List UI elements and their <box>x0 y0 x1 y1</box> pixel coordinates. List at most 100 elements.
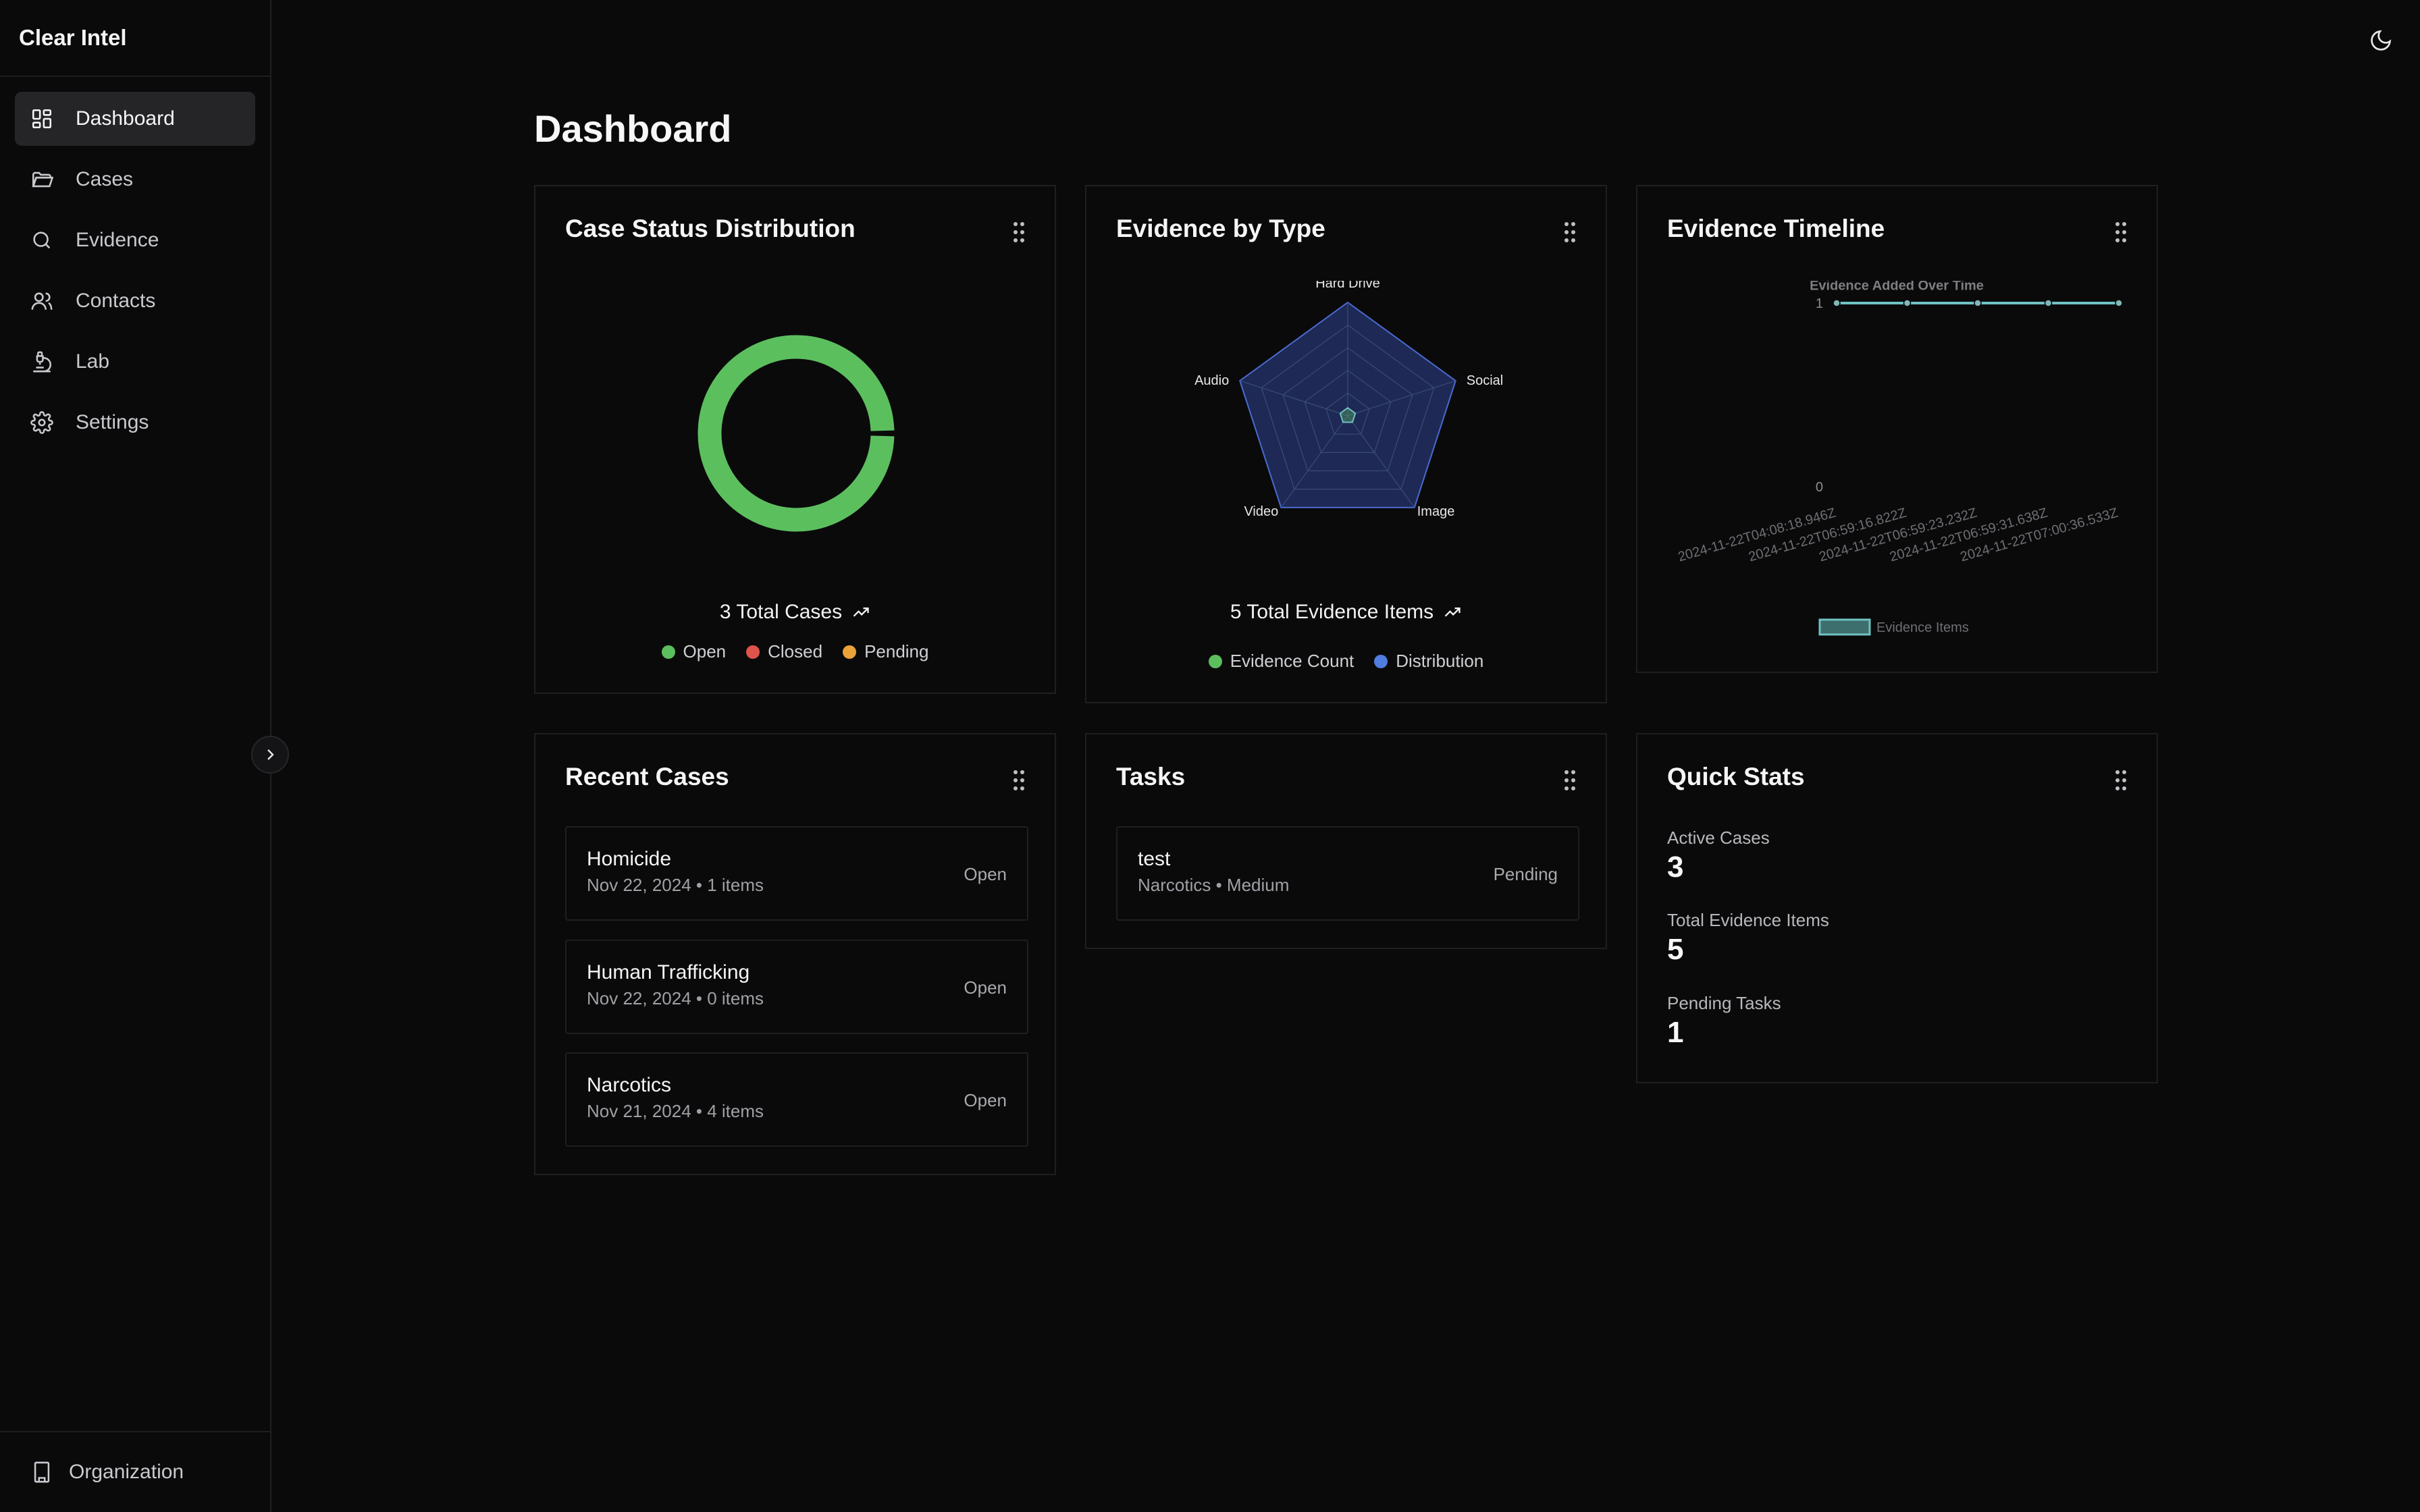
legend-label: Open <box>683 641 727 662</box>
theme-toggle-button[interactable] <box>2366 26 2396 55</box>
card-title: Tasks <box>1116 763 1186 790</box>
stat-label-total-evidence: Total Evidence Items <box>1667 910 1829 930</box>
stat-label-pending-tasks: Pending Tasks <box>1667 993 1781 1013</box>
sidebar-item-contacts[interactable]: Contacts <box>15 274 255 328</box>
card-title: Case Status Distribution <box>565 215 856 242</box>
legend-item-distribution: Distribution <box>1374 651 1483 672</box>
case-title: Homicide <box>587 848 672 870</box>
stat-value-total-evidence: 5 <box>1667 933 1684 966</box>
quick-stats-card: Quick Stats Active Cases 3 Total Evidenc… <box>1636 733 2158 1083</box>
drag-handle-icon[interactable] <box>1564 770 1576 791</box>
evidence-timeline-card: Evidence Timeline Evidence Added Over Ti… <box>1636 185 2158 673</box>
moon-icon <box>2371 30 2392 51</box>
legend-swatch <box>843 645 857 659</box>
building-icon <box>30 1460 54 1484</box>
task-subtitle: Narcotics • Medium <box>1138 875 1290 895</box>
sidebar-item-dashboard[interactable]: Dashboard <box>15 92 255 146</box>
legend-swatch <box>1208 654 1222 668</box>
case-status-badge: Open <box>964 977 1007 998</box>
search-icon <box>30 228 54 252</box>
case-status-donut-chart <box>697 334 895 533</box>
timeline-data-point <box>1903 299 1912 307</box>
sidebar-item-lab[interactable]: Lab <box>15 335 255 389</box>
timeline-y-tick: 0 <box>1816 480 1823 495</box>
case-status-card: Case Status Distribution 3 Total Cases O… <box>534 185 1056 694</box>
app-title: Clear Intel <box>0 0 270 77</box>
sidebar-item-settings[interactable]: Settings <box>15 396 255 450</box>
sidebar-item-evidence[interactable]: Evidence <box>15 213 255 267</box>
case-row-narcotics[interactable]: Narcotics Nov 21, 2024 • 4 items Open <box>565 1052 1028 1147</box>
timeline-data-point <box>2115 299 2123 307</box>
legend-label: Closed <box>768 641 823 662</box>
radar-axis-label: Video <box>1244 504 1278 519</box>
radar-axis-label: Audio <box>1194 373 1229 388</box>
drag-handle-icon[interactable] <box>1013 770 1025 791</box>
folder-icon <box>30 167 54 192</box>
drag-handle-icon[interactable] <box>2115 221 2127 243</box>
sidebar-item-label: Settings <box>76 411 149 433</box>
evidence-type-card: Evidence by Type Hard Drive Social Image Vi… <box>1085 185 1607 703</box>
donut-slice-open <box>697 334 895 533</box>
gear-icon <box>30 410 54 435</box>
radar-axis-label: Image <box>1417 504 1455 519</box>
sidebar-item-label: Dashboard <box>76 107 175 130</box>
drag-handle-icon[interactable] <box>2115 770 2127 791</box>
stat-value-pending-tasks: 1 <box>1667 1016 1684 1049</box>
timeline-data-point <box>2044 299 2053 307</box>
evidence-type-radar-chart: Hard Drive Social Image Video Audio <box>1194 281 1503 519</box>
case-title: Narcotics <box>587 1074 672 1096</box>
page-title: Dashboard <box>534 107 732 150</box>
card-title: Evidence by Type <box>1116 215 1325 242</box>
sidebar-item-label: Cases <box>76 168 134 190</box>
case-status-badge: Open <box>964 864 1007 884</box>
task-row[interactable]: test Narcotics • Medium Pending <box>1116 826 1579 921</box>
trending-up-icon <box>1444 608 1461 617</box>
task-title: test <box>1138 848 1171 870</box>
drag-handle-icon[interactable] <box>1013 221 1025 243</box>
sidebar-item-label: Contacts <box>76 290 156 312</box>
sidebar-item-label: Evidence <box>76 229 159 251</box>
radar-axis-label: Social <box>1467 373 1503 388</box>
evidence-type-legend: Evidence Count Distribution <box>1086 651 1606 672</box>
tasks-card: Tasks test Narcotics • Medium Pending <box>1085 733 1607 949</box>
legend-swatch <box>661 645 675 659</box>
microscope-icon <box>30 350 54 374</box>
card-title: Evidence Timeline <box>1667 215 1885 242</box>
legend-label: Evidence Count <box>1230 651 1354 671</box>
legend-item-closed: Closed <box>746 641 822 662</box>
case-row-homicide[interactable]: Homicide Nov 22, 2024 • 1 items Open <box>565 826 1028 921</box>
timeline-legend-label: Evidence Items <box>1876 620 1969 635</box>
stat-value-active-cases: 3 <box>1667 850 1684 884</box>
card-title: Recent Cases <box>565 763 729 790</box>
case-subtitle: Nov 22, 2024 • 1 items <box>587 875 764 895</box>
sidebar-item-label: Organization <box>69 1461 184 1483</box>
case-status-legend: Open Closed Pending <box>535 641 1055 662</box>
case-total: 3 Total Cases <box>535 601 1055 624</box>
evidence-total: 5 Total Evidence Items <box>1086 601 1606 624</box>
timeline-y-tick: 1 <box>1816 296 1823 311</box>
stat-label-active-cases: Active Cases <box>1667 828 1770 848</box>
timeline-legend-swatch <box>1818 618 1871 636</box>
timeline-chart-title: Evidence Added Over Time <box>1810 281 1984 294</box>
evidence-total-label: 5 Total Evidence Items <box>1230 601 1434 623</box>
timeline-data-point <box>1974 299 1982 307</box>
sidebar-nav: Dashboard Cases Evidence Contacts Lab Se… <box>0 77 270 450</box>
drag-handle-icon[interactable] <box>1564 221 1576 243</box>
sidebar-item-cases[interactable]: Cases <box>15 153 255 207</box>
legend-label: Pending <box>864 641 929 662</box>
sidebar-item-organization[interactable]: Organization <box>0 1431 270 1512</box>
sidebar-item-label: Lab <box>76 350 110 373</box>
legend-label: Distribution <box>1396 651 1484 671</box>
sidebar: Clear Intel Dashboard Cases Evidence Con… <box>0 0 271 1512</box>
case-subtitle: Nov 22, 2024 • 0 items <box>587 988 764 1008</box>
dashboard-icon <box>30 107 54 131</box>
sidebar-expand-button[interactable] <box>251 736 289 774</box>
legend-swatch <box>1374 654 1388 668</box>
task-status-badge: Pending <box>1493 864 1558 884</box>
legend-swatch <box>746 645 760 659</box>
case-title: Human Trafficking <box>587 961 750 983</box>
card-title: Quick Stats <box>1667 763 1805 790</box>
case-row-human-trafficking[interactable]: Human Trafficking Nov 22, 2024 • 0 items… <box>565 940 1028 1034</box>
users-icon <box>30 289 54 313</box>
timeline-data-point <box>1833 299 1841 307</box>
